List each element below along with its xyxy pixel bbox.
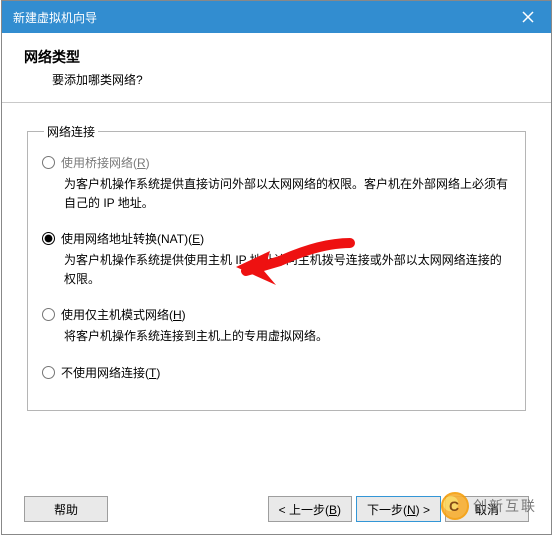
next-button[interactable]: 下一步(N) > bbox=[356, 496, 441, 522]
network-connection-group: 网络连接 使用桥接网络(R) 为客户机操作系统提供直接访问外部以太网网络的权限。… bbox=[27, 123, 526, 411]
radio-hostonly-label[interactable]: 使用仅主机模式网络(H) bbox=[61, 306, 186, 323]
cancel-button[interactable]: 取消 bbox=[445, 496, 529, 522]
radio-bridge-label[interactable]: 使用桥接网络(R) bbox=[61, 154, 150, 171]
page-title: 网络类型 bbox=[24, 47, 533, 67]
option-bridge: 使用桥接网络(R) 为客户机操作系统提供直接访问外部以太网网络的权限。客户机在外… bbox=[42, 154, 511, 212]
radio-none[interactable] bbox=[42, 366, 55, 379]
option-nat: 使用网络地址转换(NAT)(E) 为客户机操作系统提供使用主机 IP 地址访问主… bbox=[42, 230, 511, 288]
close-button[interactable] bbox=[506, 1, 550, 33]
radio-none-label[interactable]: 不使用网络连接(T) bbox=[61, 364, 160, 381]
group-legend: 网络连接 bbox=[44, 123, 98, 140]
close-icon bbox=[522, 11, 534, 23]
page-subtitle: 要添加哪类网络? bbox=[52, 71, 533, 88]
desc-hostonly: 将客户机操作系统连接到主机上的专用虚拟网络。 bbox=[64, 327, 511, 346]
window-title: 新建虚拟机向导 bbox=[13, 9, 97, 26]
help-button[interactable]: 帮助 bbox=[24, 496, 108, 522]
desc-bridge: 为客户机操作系统提供直接访问外部以太网网络的权限。客户机在外部网络上必须有自己的… bbox=[64, 175, 511, 212]
radio-nat-label[interactable]: 使用网络地址转换(NAT)(E) bbox=[61, 230, 204, 247]
back-button[interactable]: < 上一步(B) bbox=[268, 496, 352, 522]
option-hostonly: 使用仅主机模式网络(H) 将客户机操作系统连接到主机上的专用虚拟网络。 bbox=[42, 306, 511, 346]
titlebar: 新建虚拟机向导 bbox=[2, 1, 551, 33]
radio-nat[interactable] bbox=[42, 232, 55, 245]
desc-nat: 为客户机操作系统提供使用主机 IP 地址访问主机拨号连接或外部以太网网络连接的权… bbox=[64, 251, 511, 288]
button-bar: 帮助 < 上一步(B) 下一步(N) > 取消 bbox=[24, 496, 529, 522]
wizard-header: 网络类型 要添加哪类网络? bbox=[2, 33, 551, 102]
radio-hostonly[interactable] bbox=[42, 308, 55, 321]
radio-bridge[interactable] bbox=[42, 156, 55, 169]
option-none: 不使用网络连接(T) bbox=[42, 364, 511, 381]
